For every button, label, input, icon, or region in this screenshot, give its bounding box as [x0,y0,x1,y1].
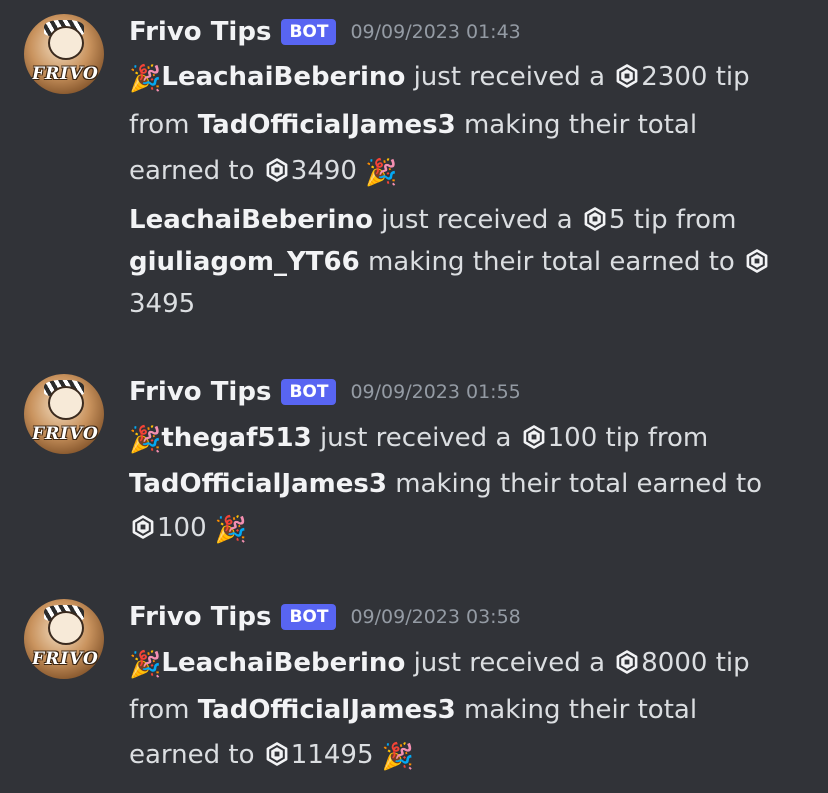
robux-icon [616,64,638,88]
bot-avatar[interactable]: FRIVO [24,599,104,679]
party-popper-icon: 🎉 [129,64,162,94]
party-popper-icon: 🎉 [381,742,415,772]
author-name[interactable]: Frivo Tips [129,17,271,47]
message-text: making their total earned to [359,247,735,277]
recipient-username: LeachaiBeberino [161,648,406,678]
author-name[interactable]: Frivo Tips [129,602,271,632]
sender-username: giuliagom_YT66 [129,247,360,277]
recipient-username: LeachaiBeberino [161,62,406,92]
party-popper-icon: 🎉 [129,650,162,680]
message-text: just received a [405,62,614,92]
bot-avatar[interactable]: FRIVO [24,374,104,454]
robux-icon [616,650,638,674]
robux-icon [266,742,288,766]
message-content: 🎉LeachaiBeberino just received a 2300 ti… [129,54,809,196]
total-amount: 3495 [129,289,196,319]
message-text: making their total [455,695,698,725]
robux-icon [584,207,606,231]
tip-amount: 5 [608,205,626,235]
message-text: earned to [129,156,263,186]
message-text: tip from [597,423,709,453]
tip-amount: 100 [547,423,598,453]
message-text: making their total [455,110,698,140]
robux-icon [132,515,154,539]
message-content: 🎉LeachaiBeberino just received a 8000 ti… [129,641,809,780]
message-header: Frivo Tips BOT 09/09/2023 01:55 [129,374,521,410]
message-text: just received a [372,205,581,235]
total-amount: 100 [157,513,207,543]
bot-tag: BOT [281,604,337,630]
party-popper-icon: 🎉 [365,158,398,188]
bot-tag: BOT [281,19,337,45]
message-header: Frivo Tips BOT 09/09/2023 01:43 [129,14,521,50]
recipient-username: thegaf513 [161,423,312,453]
robux-icon [523,425,545,449]
tip-amount: 2300 [641,62,708,92]
sender-username: TadOfficialJames3 [197,695,456,725]
message-text: from [129,695,198,725]
author-name[interactable]: Frivo Tips [129,377,271,407]
timestamp[interactable]: 09/09/2023 03:58 [350,606,520,628]
message-text: making their total earned to [386,469,763,499]
party-popper-icon: 🎉 [214,515,248,545]
message-text: tip [707,62,750,92]
timestamp[interactable]: 09/09/2023 01:55 [350,381,520,403]
message-text: just received a [405,648,614,678]
message-text: just received a [311,423,520,453]
avatar-face [48,386,84,420]
message-text: tip from [625,205,737,235]
timestamp[interactable]: 09/09/2023 01:43 [350,21,520,43]
message-content: LeachaiBeberino just received a 5 tip fr… [129,199,809,325]
robux-icon [266,158,288,182]
robux-icon [746,249,768,273]
recipient-username: LeachaiBeberino [129,205,373,235]
tip-amount: 8000 [641,648,708,678]
message-content: 🎉thegaf513 just received a 100 tip from … [129,416,809,552]
bot-avatar[interactable]: FRIVO [24,14,104,94]
message-text: from [129,110,198,140]
avatar-face [48,26,84,60]
bot-tag: BOT [281,379,337,405]
sender-username: TadOfficialJames3 [129,469,387,499]
avatar-logo-text: FRIVO [32,424,99,444]
avatar-logo-text: FRIVO [32,64,99,84]
message-text: earned to [129,740,263,770]
sender-username: TadOfficialJames3 [197,110,456,140]
avatar-face [48,611,84,645]
message-text: tip [707,648,750,678]
total-amount: 3490 [290,156,357,186]
avatar-logo-text: FRIVO [32,649,99,669]
party-popper-icon: 🎉 [129,425,162,455]
total-amount: 11495 [290,740,374,770]
message-header: Frivo Tips BOT 09/09/2023 03:58 [129,599,521,635]
